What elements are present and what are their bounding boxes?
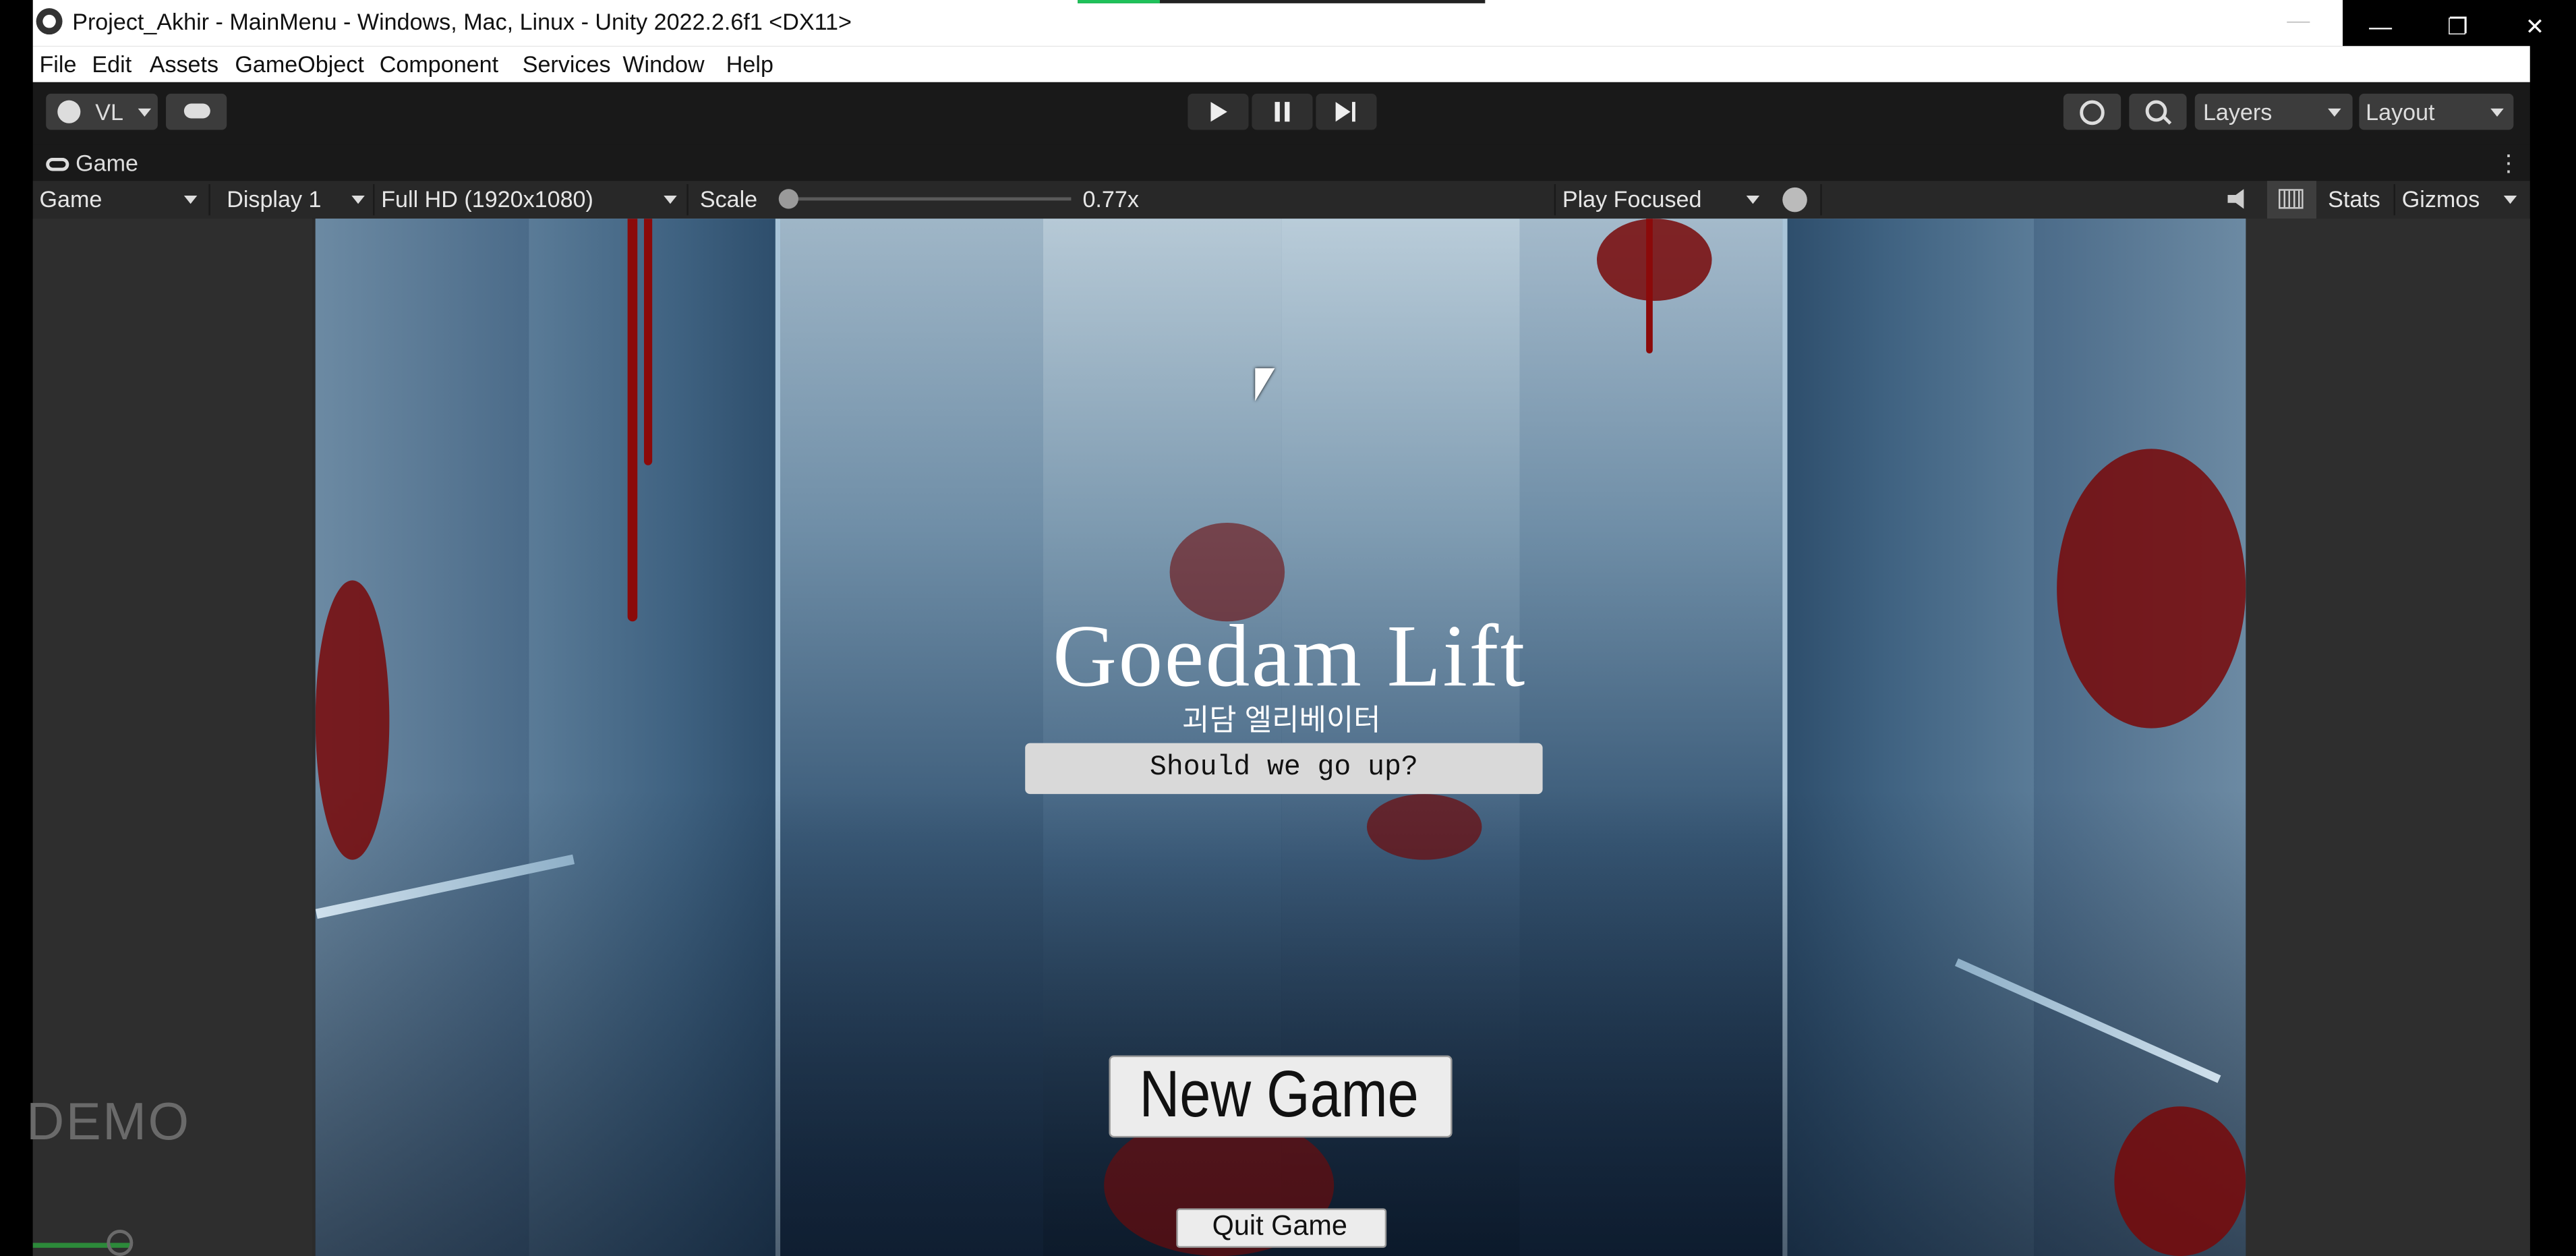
resolution-select[interactable]: Full HD (1920x1080): [381, 181, 593, 219]
new-game-label[interactable]: New Game: [1134, 1059, 1424, 1133]
cloud-button[interactable]: [166, 93, 227, 130]
mouse-cursor-icon: [1255, 368, 1275, 401]
blood-drip: [627, 219, 638, 622]
layout-label: Layout: [2366, 98, 2435, 125]
divider: [1820, 183, 1822, 216]
scale-value: 0.77x: [1082, 185, 1139, 212]
blood-drip: [643, 219, 653, 465]
play-mode-select[interactable]: Play Focused: [1562, 181, 1702, 219]
step-button[interactable]: [1316, 93, 1377, 130]
divider: [373, 183, 375, 216]
blood-drip: [1646, 219, 1653, 353]
window-title: Project_Akhir - MainMenu - Windows, Mac,…: [72, 8, 852, 35]
layout-dropdown[interactable]: Layout: [2359, 93, 2514, 130]
restore-button[interactable]: ❐: [2425, 7, 2490, 46]
close-button[interactable]: ✕: [2502, 7, 2567, 46]
menu-help[interactable]: Help: [726, 51, 773, 78]
history-button[interactable]: [2063, 93, 2121, 130]
menu-file[interactable]: File: [39, 51, 76, 78]
account-dropdown[interactable]: VL: [46, 93, 158, 130]
game-tab-bar: [32, 144, 2530, 181]
game-subtitle: 괴담 엘리베이터: [1181, 704, 1381, 737]
pause-icon-bar: [1285, 102, 1290, 122]
minimize-button[interactable]: —: [2347, 7, 2413, 46]
chevron-down-icon: [664, 196, 677, 204]
keyboard-button[interactable]: [2266, 181, 2317, 219]
pause-icon: [1275, 102, 1280, 122]
unity-logo-icon: [36, 8, 63, 35]
blood-splatter: [1366, 794, 1482, 860]
play-button[interactable]: [1188, 93, 1249, 130]
menu-edit[interactable]: Edit: [92, 51, 131, 78]
account-icon: [57, 100, 81, 123]
keyboard-icon: [2279, 189, 2304, 209]
chevron-down-icon[interactable]: [2503, 196, 2517, 204]
step-icon-bar: [1351, 102, 1355, 122]
prompt-text: Should we go up?: [1150, 753, 1418, 784]
chevron-down-icon: [351, 196, 365, 204]
menu-assets[interactable]: Assets: [150, 51, 218, 78]
blood-splatter: [2057, 449, 2246, 729]
display-select[interactable]: Display 1: [227, 181, 321, 219]
scale-slider-knob[interactable]: [778, 189, 798, 209]
cloud-icon: [183, 103, 210, 119]
divider: [2393, 183, 2395, 216]
gizmos-button[interactable]: Gizmos: [2402, 181, 2480, 219]
tab-game-label: Game: [76, 149, 138, 176]
tab-game[interactable]: Game: [36, 144, 148, 181]
divider: [208, 183, 210, 216]
chevron-down-icon: [183, 196, 198, 204]
letterbox-right: [2246, 219, 2530, 1256]
chevron-down-icon: [138, 108, 152, 117]
scale-slider[interactable]: [785, 197, 1072, 201]
view-select[interactable]: Game: [39, 181, 102, 219]
more-options-icon[interactable]: ⋮: [2497, 150, 2520, 177]
menu-component[interactable]: Component: [380, 51, 498, 78]
divider: [1554, 183, 1556, 216]
account-label: VL: [95, 98, 124, 125]
blood-splatter: [2114, 1106, 2246, 1256]
chevron-down-icon: [1746, 196, 1760, 204]
layers-label: Layers: [2202, 98, 2273, 125]
blood-splatter: [1596, 219, 1712, 302]
minimize-ghost-icon: —: [2287, 6, 2310, 33]
stats-button[interactable]: Stats: [2328, 181, 2380, 219]
play-icon: [1210, 102, 1227, 122]
chevron-down-icon: [2490, 108, 2504, 117]
gamepad-icon: [46, 158, 69, 172]
chevron-down-icon: [2328, 108, 2341, 117]
menu-services[interactable]: Services: [523, 51, 611, 78]
taskbar-progress-fill: [1078, 0, 1160, 3]
divider: [686, 183, 689, 216]
blood-splatter: [315, 580, 390, 860]
layers-dropdown[interactable]: Layers: [2194, 93, 2353, 130]
history-icon: [2080, 100, 2105, 125]
scale-label: Scale: [699, 185, 758, 212]
step-icon: [1335, 102, 1351, 122]
menu-gameobject[interactable]: GameObject: [235, 51, 363, 78]
bug-icon[interactable]: [1782, 187, 1807, 212]
search-button[interactable]: [2129, 93, 2187, 130]
search-icon-handle: [2162, 115, 2172, 125]
game-title: Goedam Lift: [1053, 606, 1527, 706]
pause-button[interactable]: [1252, 93, 1313, 130]
overlay-slider-knob: [107, 1230, 134, 1256]
demo-watermark: DEMO: [26, 1091, 191, 1151]
menu-window[interactable]: Window: [622, 51, 704, 78]
quit-game-label[interactable]: Quit Game: [1176, 1210, 1383, 1243]
